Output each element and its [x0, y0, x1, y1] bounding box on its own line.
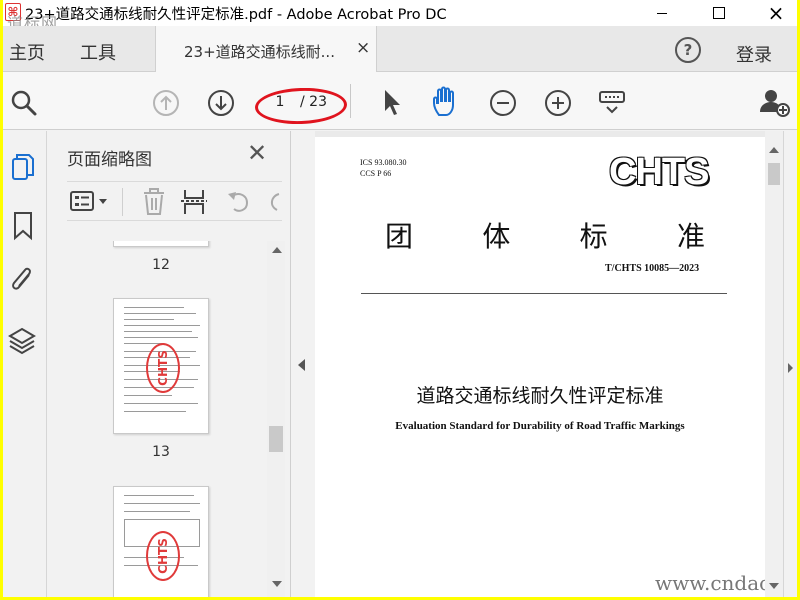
- scroll-down-icon[interactable]: [769, 583, 779, 589]
- collapse-panel-icon[interactable]: [298, 359, 305, 371]
- nav-tools[interactable]: 工具: [80, 39, 116, 65]
- tab-close-icon[interactable]: ×: [356, 38, 370, 58]
- document-page: ICS 93.080.30 CCS P 66 CHTS 团 体 标 准 T/CH…: [315, 137, 797, 597]
- title-bar: ⌘ 23+道路交通标线耐久性评定标准.pdf - Adobe Acrobat P…: [3, 0, 797, 33]
- maximize-button[interactable]: [696, 0, 742, 26]
- scroll-down-icon[interactable]: [272, 581, 282, 587]
- extract-page-icon[interactable]: [181, 188, 209, 216]
- page-number-label: 12: [152, 257, 170, 273]
- navigation-rail: [3, 131, 47, 597]
- close-window-button[interactable]: [753, 0, 797, 26]
- zoom-out-icon[interactable]: [488, 88, 518, 118]
- thumbnail-panel: 页面缩略图 ✕ 12 CHTS 13 CHTS: [47, 131, 291, 597]
- thumbnail-page-13[interactable]: CHTS: [113, 298, 209, 434]
- thumbnail-options-icon[interactable]: [69, 190, 113, 214]
- stamp-watermark: CHTS: [146, 343, 180, 393]
- help-icon[interactable]: ?: [675, 37, 701, 63]
- rotate-clockwise-icon[interactable]: [265, 188, 282, 216]
- scrollbar-thumb[interactable]: [768, 163, 780, 185]
- tab-bar: 主页 工具 23+道路交通标线耐... × ? 登录: [3, 26, 797, 72]
- page-thumbnails-icon[interactable]: [9, 153, 37, 183]
- zoom-in-icon[interactable]: [543, 88, 573, 118]
- layers-icon[interactable]: [7, 326, 37, 356]
- bookmarks-icon[interactable]: [11, 211, 35, 241]
- doc-title-cn: 道路交通标线耐久性评定标准: [416, 385, 664, 407]
- select-cursor-icon[interactable]: [381, 87, 403, 117]
- minimize-button[interactable]: [639, 0, 685, 26]
- thumbnail-list: 12 CHTS 13 CHTS: [67, 241, 265, 597]
- panel-toolbar: [67, 181, 282, 221]
- doc-divider: [361, 293, 727, 294]
- next-page-icon[interactable]: [206, 88, 236, 118]
- scroll-up-icon[interactable]: [769, 147, 779, 153]
- window-title: 23+道路交通标线耐久性评定标准.pdf - Adobe Acrobat Pro…: [25, 7, 447, 23]
- right-pane-toggle[interactable]: [783, 131, 797, 597]
- scroll-up-icon[interactable]: [272, 247, 282, 253]
- login-button[interactable]: 登录: [736, 41, 772, 67]
- document-scrollbar[interactable]: [765, 131, 783, 597]
- tab-document-label: 23+道路交通标线耐...: [184, 43, 335, 61]
- search-zoom-icon[interactable]: [9, 88, 39, 118]
- keyboard-dropdown-icon[interactable]: [597, 88, 627, 118]
- stamp-watermark: CHTS: [146, 531, 180, 581]
- doc-group-standard: 团 体 标 准: [385, 220, 705, 253]
- scrollbar-thumb[interactable]: [269, 426, 283, 452]
- doc-ics-code: ICS 93.080.30 CCS P 66: [360, 158, 407, 178]
- toolbar-divider: [350, 84, 351, 118]
- page-number-label: 13: [152, 444, 170, 460]
- share-add-user-icon[interactable]: [758, 86, 790, 118]
- previous-page-icon[interactable]: [151, 88, 181, 118]
- panel-close-icon[interactable]: ✕: [247, 139, 267, 167]
- delete-page-icon[interactable]: [141, 188, 167, 216]
- document-view: ICS 93.080.30 CCS P 66 CHTS 团 体 标 准 T/CH…: [315, 131, 797, 597]
- thumbnail-scrollbar[interactable]: [267, 241, 285, 597]
- doc-title-en: Evaluation Standard for Durability of Ro…: [395, 420, 685, 432]
- attachments-icon[interactable]: [9, 265, 37, 297]
- toolbar: 1 / 23: [3, 72, 797, 130]
- doc-brand-logo: CHTS: [609, 151, 709, 193]
- panel-title: 页面缩略图: [67, 150, 152, 170]
- tab-document[interactable]: 23+道路交通标线耐... ×: [155, 26, 377, 72]
- nav-home[interactable]: 主页: [9, 39, 45, 65]
- rotate-counterclockwise-icon[interactable]: [225, 188, 253, 216]
- panel-divider: [122, 188, 123, 216]
- acrobat-window: ⌘ 23+道路交通标线耐久性评定标准.pdf - Adobe Acrobat P…: [3, 0, 797, 597]
- thumbnail-page-12[interactable]: [113, 241, 209, 247]
- hand-tool-icon[interactable]: [431, 85, 463, 119]
- doc-standard-number: T/CHTS 10085—2023: [605, 263, 700, 274]
- panel-splitter[interactable]: [291, 131, 315, 597]
- thumbnail-page-14[interactable]: CHTS: [113, 486, 209, 597]
- expand-right-pane-icon[interactable]: [788, 363, 793, 373]
